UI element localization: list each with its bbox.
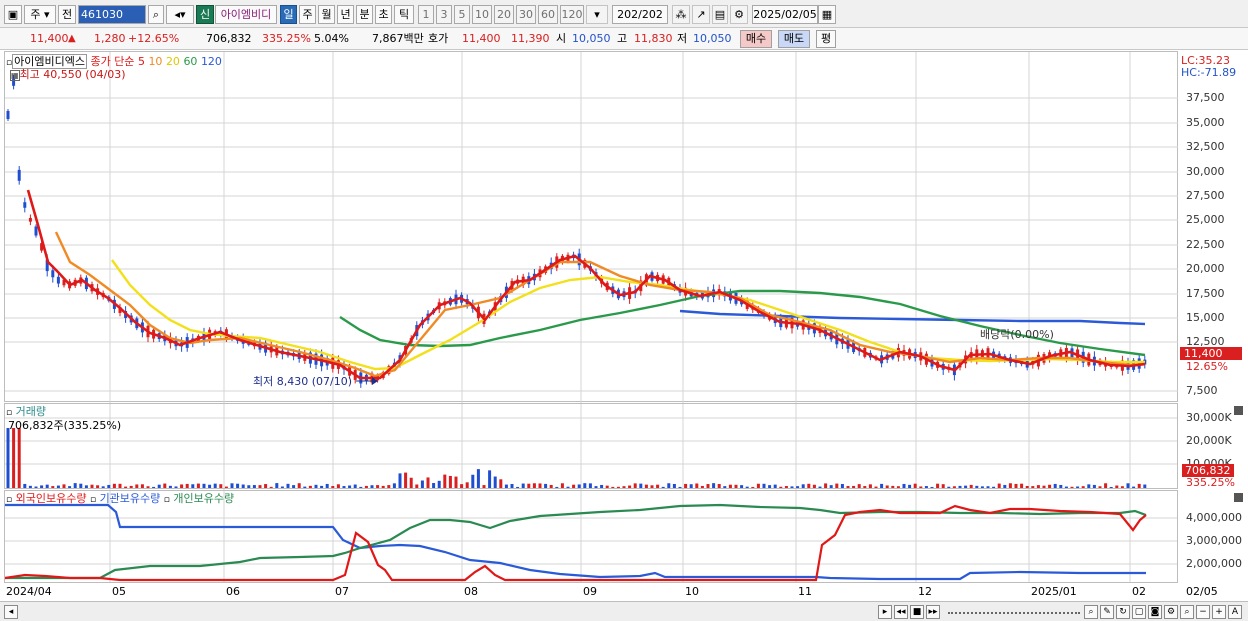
holdings-y-axis: 4,000,000 3,000,000 2,000,000 [1180, 491, 1244, 583]
price-panel-stock-name: 아이엠비디엑스 [12, 54, 87, 69]
current-price-tag: 11,400 [1184, 347, 1223, 360]
y-tick: 3,000,000 [1186, 534, 1242, 547]
x-tick: 12 [918, 585, 932, 598]
settings-icon[interactable]: ⚙ [1164, 605, 1178, 619]
ma5-label: 5 [137, 55, 145, 68]
y-tick: 32,500 [1186, 140, 1225, 153]
volume-panel[interactable] [4, 403, 1178, 489]
dividend-annotation: 배당락(0.00%) [980, 328, 1054, 341]
holdings-legend: ▫ 외국인보유수량 ▫ 기관보유수량 ▫ 개인보유수량 [6, 492, 235, 505]
ma60-label: 60 [183, 55, 198, 68]
y-tick: 25,000 [1186, 213, 1225, 226]
y-tick: 30,000 [1186, 165, 1225, 178]
ma120-label: 120 [200, 55, 222, 68]
close-panel-icon[interactable] [1234, 406, 1243, 415]
x-tick: 02/05 [1186, 585, 1218, 598]
close-panel-icon[interactable] [1234, 493, 1243, 502]
volume-legend: ▫ 거래량 [6, 405, 46, 420]
high-annotation: ▦최고 40,550 (04/03) [10, 68, 126, 82]
legend-institution: 기관보유수량 [99, 492, 161, 505]
stop-icon[interactable]: ■ [910, 605, 924, 619]
zoom-in-icon[interactable]: ⌕ [1084, 605, 1098, 619]
high-annotation-icon: ▦ [10, 70, 20, 81]
scroll-right-icon[interactable]: ▸ [878, 605, 892, 619]
volume-pct-tag: 335.25% [1186, 476, 1235, 489]
zoom-slider[interactable] [948, 610, 1080, 614]
x-tick: 05 [112, 585, 126, 598]
x-tick: 2025/01 [1031, 585, 1077, 598]
plus-icon[interactable]: + [1212, 605, 1226, 619]
candle-body [56, 276, 60, 284]
x-tick: 10 [685, 585, 699, 598]
x-tick: 06 [226, 585, 240, 598]
legend-foreign: 외국인보유수량 [15, 492, 87, 505]
ma20-label: 20 [165, 55, 180, 68]
candle-body [34, 226, 38, 236]
candle-body [23, 202, 27, 208]
candle-body [17, 169, 21, 181]
y-tick: 22,500 [1186, 238, 1225, 251]
fast-forward-icon[interactable]: ▸▸ [926, 605, 940, 619]
y-tick: 7,500 [1186, 384, 1218, 397]
ma-title: 종가 단순 [90, 55, 135, 68]
candle-body [6, 110, 10, 120]
x-tick: 2024/04 [6, 585, 52, 598]
ma20-line [111, 259, 1145, 371]
x-tick: 08 [464, 585, 478, 598]
high-annotation-text: 최고 40,550 (04/03) [19, 68, 126, 81]
candle-body [51, 270, 55, 278]
legend-individual: 개인보유수량 [173, 492, 235, 505]
y-tick: 30,000K [1186, 411, 1232, 424]
current-pct-tag: 12.65% [1186, 360, 1228, 373]
scroll-left-icon[interactable]: ◂ [4, 605, 18, 619]
y-tick: 20,000K [1186, 434, 1232, 447]
volume-title: 거래량 [15, 405, 46, 418]
draw-icon[interactable]: ✎ [1100, 605, 1114, 619]
font-size-icon[interactable]: A [1228, 605, 1242, 619]
y-tick: 17,500 [1186, 287, 1225, 300]
volume-max-note: 706,832주(335.25%) [8, 419, 122, 432]
low-annotation: 최저 8,430 (07/10) [253, 375, 353, 388]
panel-menu-icon[interactable]: ▫ [6, 408, 12, 418]
x-tick: 11 [798, 585, 812, 598]
ma10-label: 10 [148, 55, 163, 68]
sync-icon[interactable]: ↻ [1116, 605, 1130, 619]
y-tick: 4,000,000 [1186, 511, 1242, 524]
y-tick: 37,500 [1186, 91, 1225, 104]
bottom-scrollbar[interactable]: ◂ ▸ ◂◂ ■ ▸▸ ⌕ ✎ ↻ ▢ ◙ ⚙ ⌕ − + A [0, 601, 1248, 621]
panel-menu-icon[interactable]: ▫ [6, 495, 12, 505]
y-tick: 2,000,000 [1186, 557, 1242, 570]
y-tick: 35,000 [1186, 116, 1225, 129]
x-tick: 09 [583, 585, 597, 598]
y-tick: 27,500 [1186, 189, 1225, 202]
y-tick: 15,000 [1186, 311, 1225, 324]
candle-body [28, 217, 32, 222]
zoom-out-icon[interactable]: − [1196, 605, 1210, 619]
magnifier-icon[interactable]: ⌕ [1180, 605, 1194, 619]
lock-icon[interactable]: ▢ [1132, 605, 1146, 619]
x-tick: 07 [335, 585, 349, 598]
y-tick: 20,000 [1186, 262, 1225, 275]
camera-icon[interactable]: ◙ [1148, 605, 1162, 619]
rewind-icon[interactable]: ◂◂ [894, 605, 908, 619]
x-tick: 02 [1132, 585, 1146, 598]
